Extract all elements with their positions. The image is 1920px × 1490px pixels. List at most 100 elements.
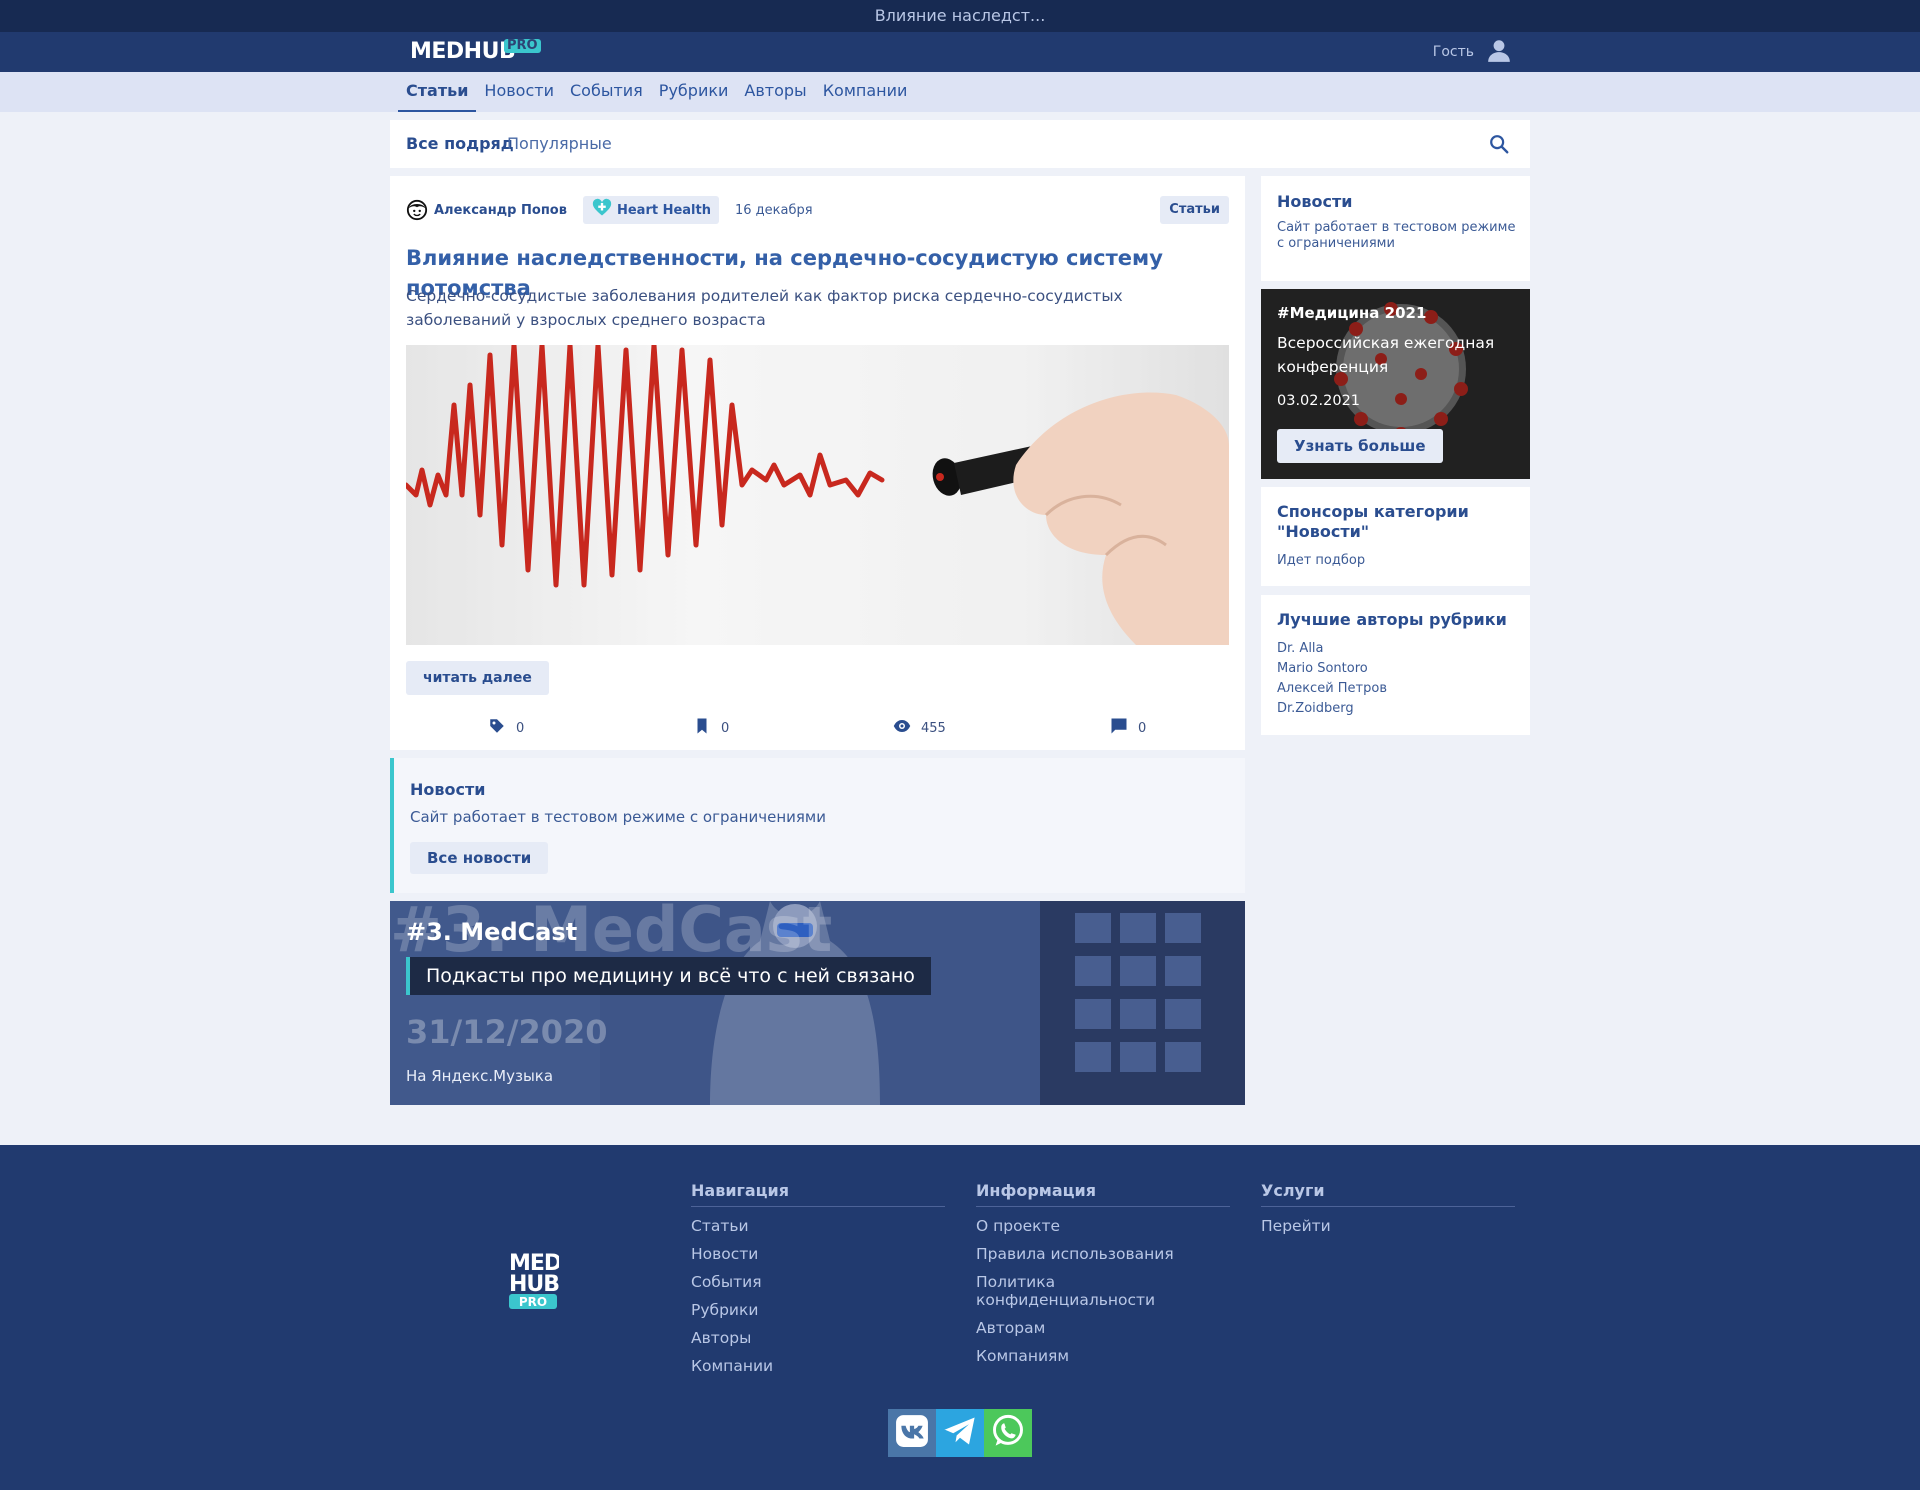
footer-link[interactable]: О проекте	[976, 1217, 1230, 1235]
sponsors-title: Спонсоры категории "Новости"	[1277, 502, 1469, 541]
read-more-button[interactable]: читать далее	[406, 661, 549, 695]
social-links	[888, 1409, 1032, 1457]
author-link[interactable]: Dr.Zoidberg	[1277, 699, 1387, 719]
news-title: Новости	[410, 780, 486, 799]
logo-pro-badge: PRO	[504, 39, 541, 53]
article-date: 16 декабря	[734, 202, 813, 218]
logo-text: MEDHUB	[410, 39, 516, 64]
footer-navigation: Навигация Статьи Новости События Рубрики…	[691, 1181, 945, 1375]
bookmark-icon	[693, 717, 711, 739]
whatsapp-button[interactable]	[984, 1409, 1032, 1457]
main-nav: Статьи Новости События Рубрики Авторы Ко…	[0, 72, 1920, 112]
podcast-title: #3. MedCast	[406, 918, 578, 946]
footer-link[interactable]: Рубрики	[691, 1301, 945, 1319]
vk-icon	[895, 1414, 929, 1452]
footer-link[interactable]: Компании	[691, 1357, 945, 1375]
footer-link[interactable]: Авторы	[691, 1329, 945, 1347]
footer-services-title: Услуги	[1261, 1181, 1515, 1207]
filter-all[interactable]: Все подряд	[406, 120, 514, 168]
tag-icon	[488, 717, 506, 739]
tags-stat[interactable]: 0	[488, 708, 524, 748]
comments-stat[interactable]: 0	[1110, 708, 1146, 748]
article-meta: Александр Попов Heart Health 16 декабря	[406, 196, 813, 224]
author-link[interactable]: Mario Sontoro	[1277, 659, 1387, 679]
feed-filter-bar: Все подряд Популярные	[390, 120, 1530, 168]
sidebar-sponsors: Спонсоры категории "Новости" Идет подбор	[1261, 487, 1530, 586]
site-header: MEDHUB PRO Гость	[0, 32, 1920, 72]
article-hero-image[interactable]	[406, 345, 1229, 645]
best-authors-list: Dr. Alla Mario Sontoro Алексей Петров Dr…	[1277, 639, 1387, 719]
bookmarks-stat[interactable]: 0	[693, 708, 729, 748]
site-footer: MED HUB PRO Навигация Статьи Новости Соб…	[0, 1145, 1920, 1490]
rubric-badge[interactable]: Heart Health	[582, 196, 719, 224]
podcast-banner[interactable]: #3. MedCast #3. MedCast Подкасты про мед…	[390, 901, 1245, 1105]
window-title: Влияние наследст...	[874, 6, 1046, 25]
footer-link[interactable]: Перейти	[1261, 1217, 1515, 1235]
sidebar-news-title[interactable]: Новости	[1277, 192, 1352, 212]
nav-item-events[interactable]: События	[562, 72, 651, 112]
comment-icon	[1110, 717, 1128, 739]
sidebar-best-authors: Лучшие авторы рубрики Dr. Alla Mario Son…	[1261, 595, 1530, 735]
article-stats: 0 0 455 0	[390, 708, 1245, 748]
footer-link[interactable]: Авторам	[976, 1319, 1230, 1337]
footer-link[interactable]: Компаниям	[976, 1347, 1230, 1365]
footer-services: Услуги Перейти	[1261, 1181, 1515, 1235]
podcast-subtitle: Подкасты про медицину и всё что с ней св…	[406, 957, 931, 995]
conference-promo[interactable]: #Медицина 2021 Всероссийская ежегодная к…	[1261, 289, 1530, 479]
whatsapp-icon	[990, 1413, 1026, 1453]
bookmarks-count: 0	[721, 720, 730, 736]
nav-item-news[interactable]: Новости	[476, 72, 562, 112]
heart-plus-icon	[591, 198, 613, 222]
podcast-date: 31/12/2020	[406, 1013, 608, 1051]
telegram-button[interactable]	[936, 1409, 984, 1457]
rubric-label: Heart Health	[616, 202, 711, 218]
all-news-button[interactable]: Все новости	[410, 842, 549, 874]
site-logo[interactable]: MEDHUB PRO	[410, 39, 541, 67]
window-title-bar: Влияние наследст...	[0, 0, 1920, 32]
news-text: Сайт работает в тестовом режиме с ограни…	[410, 808, 826, 826]
footer-link[interactable]: События	[691, 1273, 945, 1291]
learn-more-button[interactable]: Узнать больше	[1277, 429, 1443, 463]
footer-link[interactable]: Новости	[691, 1245, 945, 1263]
nav-item-articles[interactable]: Статьи	[398, 72, 477, 112]
footer-info-title: Информация	[976, 1181, 1230, 1207]
footer-logo[interactable]: MED HUB PRO	[509, 1249, 563, 1309]
guest-account[interactable]: Гость	[1433, 32, 1512, 72]
article-author[interactable]: Александр Попов	[406, 199, 567, 221]
author-link[interactable]: Алексей Петров	[1277, 679, 1387, 699]
footer-logo-pro: PRO	[519, 1295, 547, 1309]
promo-text: Всероссийская ежегодная конференция	[1277, 334, 1495, 376]
eye-icon	[893, 717, 911, 739]
search-icon[interactable]	[1488, 133, 1510, 155]
telegram-icon	[942, 1413, 978, 1453]
author-avatar-icon	[406, 199, 428, 221]
footer-link[interactable]: Правила использования	[976, 1245, 1230, 1263]
comments-count: 0	[1138, 720, 1147, 736]
promo-hashtag: #Медицина 2021	[1277, 304, 1427, 322]
footer-link[interactable]: Статьи	[691, 1217, 945, 1235]
tags-count: 0	[516, 720, 525, 736]
footer-logo-line2: HUB	[509, 1272, 559, 1297]
footer-nav-title: Навигация	[691, 1181, 945, 1207]
views-count: 455	[921, 720, 946, 736]
sidebar-news-text: Сайт работает в тестовом режиме с ограни…	[1277, 220, 1516, 251]
vk-button[interactable]	[888, 1409, 936, 1457]
footer-information: Информация О проекте Правила использован…	[976, 1181, 1230, 1365]
guest-label: Гость	[1432, 44, 1474, 60]
best-authors-title: Лучшие авторы рубрики	[1277, 610, 1507, 629]
nav-item-companies[interactable]: Компании	[815, 72, 916, 112]
views-stat: 455	[893, 708, 946, 748]
author-link[interactable]: Dr. Alla	[1277, 639, 1387, 659]
author-name: Александр Попов	[434, 202, 567, 218]
article-card: Александр Попов Heart Health 16 декабря …	[390, 176, 1245, 750]
nav-item-rubrics[interactable]: Рубрики	[651, 72, 737, 112]
footer-link[interactable]: Политика конфиденциальности	[976, 1273, 1230, 1309]
nav-item-authors[interactable]: Авторы	[736, 72, 814, 112]
category-badge[interactable]: Статьи	[1160, 196, 1229, 224]
promo-date: 03.02.2021	[1277, 393, 1361, 409]
podcast-platform: На Яндекс.Музыка	[406, 1067, 554, 1085]
sponsors-text: Идет подбор	[1277, 553, 1366, 568]
user-icon[interactable]	[1486, 37, 1512, 67]
sidebar-news: Новости Сайт работает в тестовом режиме …	[1261, 176, 1530, 281]
filter-popular[interactable]: Популярные	[507, 120, 612, 168]
